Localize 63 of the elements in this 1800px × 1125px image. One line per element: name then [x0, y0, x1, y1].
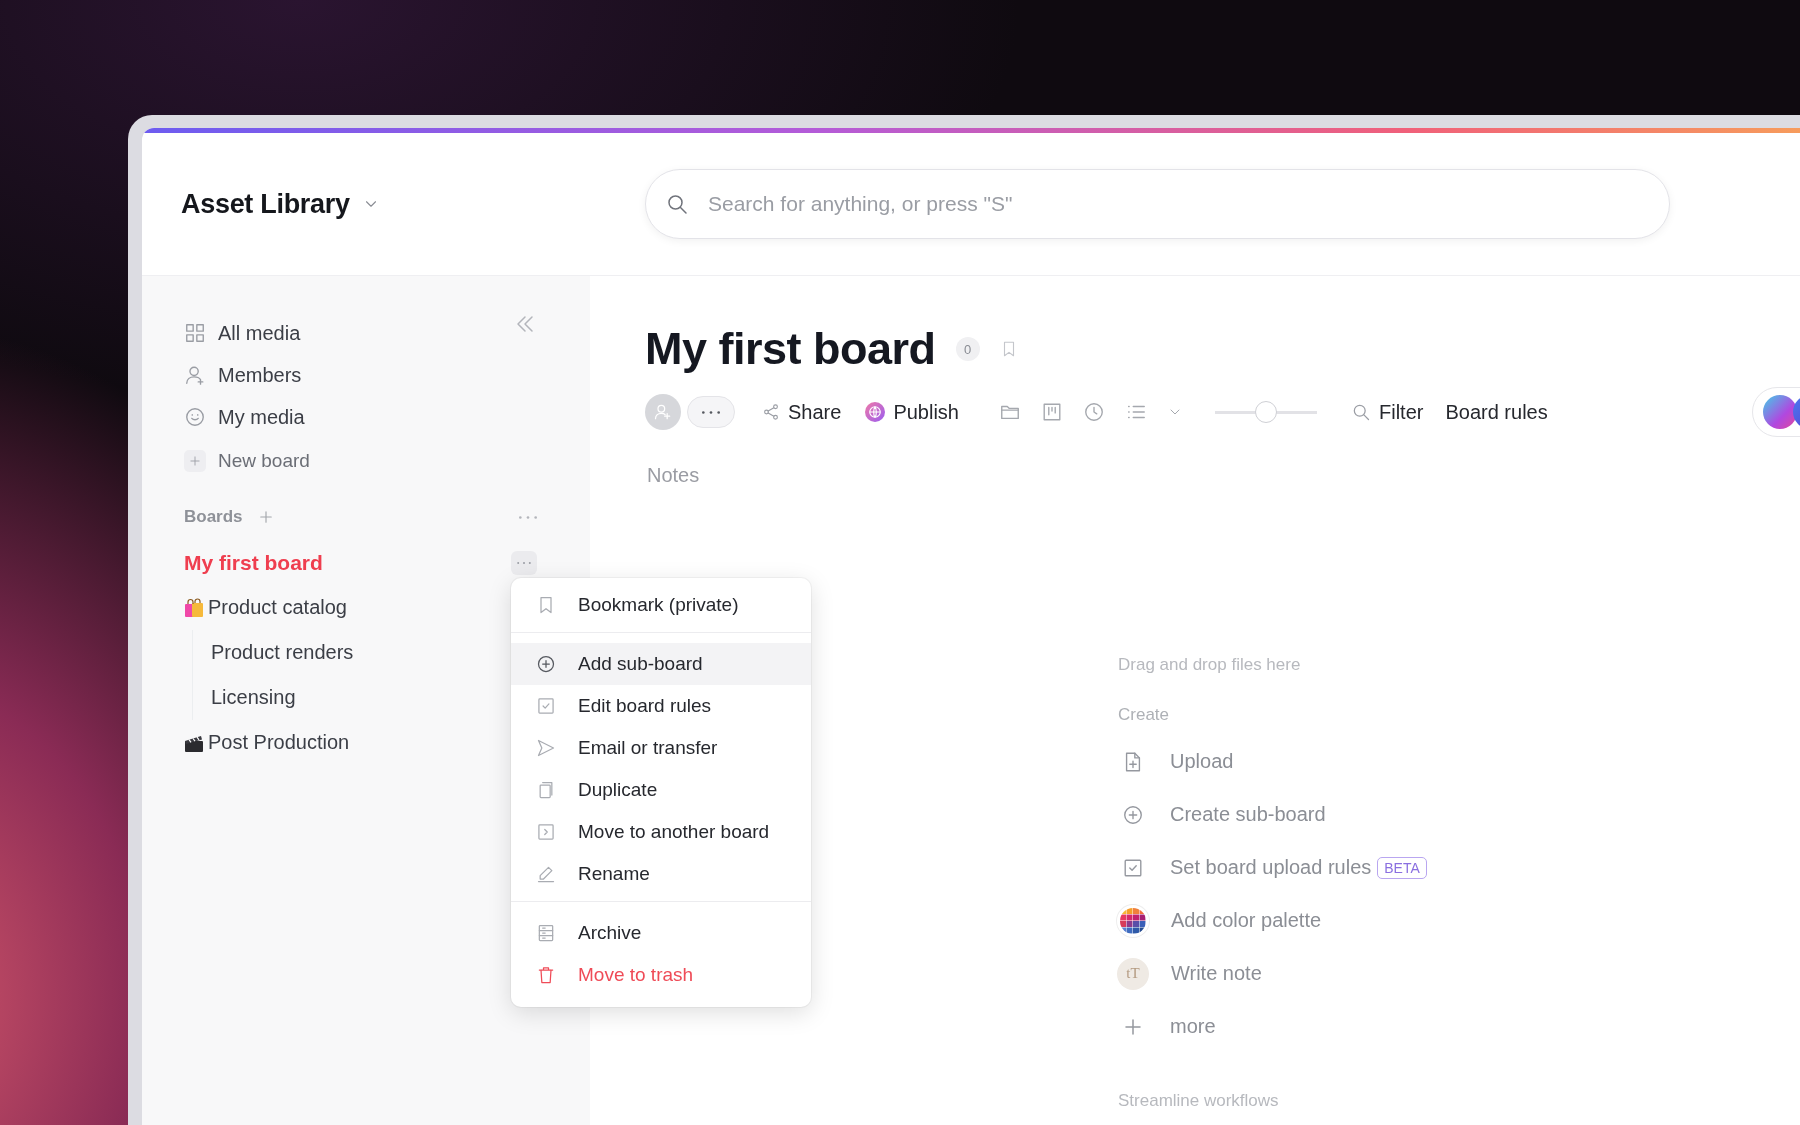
publish-button[interactable]: Publish	[865, 400, 959, 424]
nav-item[interactable]: All media	[218, 321, 301, 345]
kanban-button[interactable]	[1041, 401, 1063, 423]
menu-item[interactable]: Email or transfer	[511, 727, 811, 769]
globe-icon	[865, 402, 886, 422]
checkbox-icon	[536, 696, 556, 716]
more-button[interactable]	[687, 396, 735, 428]
invite-button[interactable]	[645, 394, 681, 430]
more-icon	[519, 515, 537, 519]
menu-item[interactable]: Move to trash	[511, 954, 811, 996]
search-icon	[665, 192, 689, 216]
search-field[interactable]: Search for anything, or press "S"	[645, 169, 1670, 239]
more-button[interactable]	[519, 515, 537, 519]
nav-item[interactable]: Members	[218, 363, 302, 387]
move-icon	[536, 822, 556, 842]
archive-icon	[536, 923, 556, 943]
slider-thumb[interactable]	[1255, 401, 1277, 423]
beta-badge: BETA	[1377, 856, 1427, 879]
share-button[interactable]: Share	[762, 400, 842, 424]
section-label: Boards	[184, 507, 243, 527]
search-icon	[1351, 402, 1371, 422]
board-rules-button[interactable]: Board rules	[1445, 400, 1548, 424]
menu-item[interactable]: Edit board rules	[511, 685, 811, 727]
new-board-link[interactable]: New board	[218, 450, 310, 472]
menu-item[interactable]: Add sub-board	[511, 643, 811, 685]
board-item[interactable]: Product renders	[211, 641, 354, 664]
section-label: Create	[1118, 705, 1171, 725]
board-item[interactable]: My first board	[184, 550, 323, 575]
share-icon	[762, 403, 780, 421]
count-badge: 0	[955, 337, 980, 361]
trash-icon	[536, 965, 556, 985]
add-person-icon	[653, 402, 673, 422]
nav-item[interactable]: My media	[218, 405, 305, 429]
menu-item[interactable]: Move to another board	[511, 811, 811, 853]
board-item[interactable]: Licensing	[211, 686, 296, 709]
menu-item[interactable]: Archive	[511, 912, 811, 954]
filter-button[interactable]: Filter	[1351, 400, 1424, 424]
more-icon	[516, 561, 532, 564]
dropzone-hint: Drag and drop files here	[1118, 655, 1302, 675]
person-icon	[184, 364, 206, 386]
plus-icon	[184, 450, 206, 472]
shopping-bags-icon	[184, 597, 204, 618]
notes-field[interactable]: Notes	[645, 460, 949, 491]
menu-item[interactable]: Duplicate	[511, 769, 811, 811]
text-icon: tT	[1117, 957, 1149, 990]
grid-icon	[184, 322, 206, 344]
plus-circle-icon	[1122, 803, 1144, 826]
send-icon	[536, 738, 556, 758]
menu-item[interactable]: Bookmark (private)	[511, 584, 811, 626]
smiley-icon	[184, 406, 206, 428]
more-button[interactable]	[511, 550, 537, 575]
menu-item[interactable]: Rename	[511, 853, 811, 895]
plus-circle-icon	[536, 654, 556, 674]
board-item[interactable]: Product catalog	[208, 596, 347, 619]
more-icon	[702, 410, 720, 414]
board-item[interactable]: Post Production	[208, 731, 350, 754]
pencil-icon	[536, 864, 556, 884]
board-title: My first board	[645, 322, 936, 376]
clock-icon	[1083, 401, 1105, 423]
clock-button[interactable]	[1083, 401, 1105, 423]
section-label: Streamline workflows	[1118, 1091, 1280, 1111]
kanban-icon	[1041, 401, 1063, 423]
workspace-title[interactable]: Asset Library	[181, 188, 350, 220]
